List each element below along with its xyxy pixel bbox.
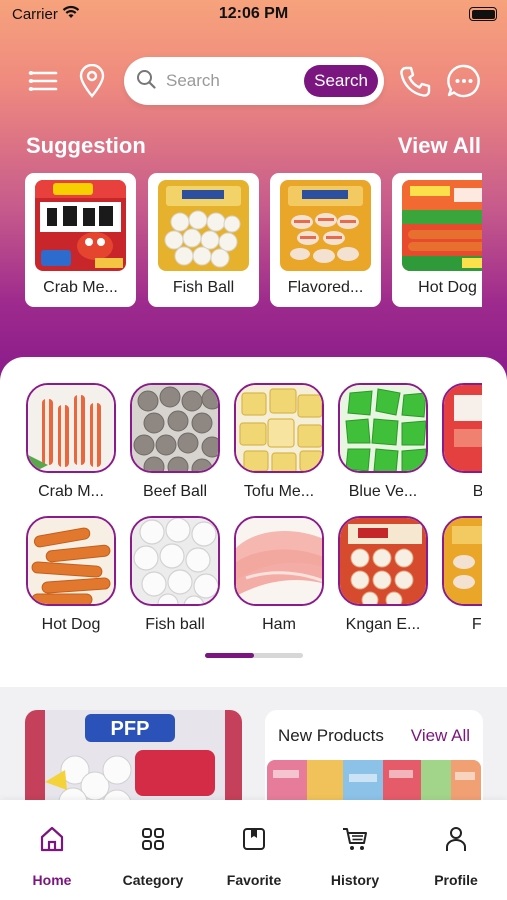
bottom-tab-bar: Home Category Favorite History Profile — [0, 800, 507, 900]
search-button[interactable]: Search — [304, 65, 378, 97]
category-image — [442, 383, 482, 473]
location-pin-icon[interactable] — [78, 63, 106, 99]
search-input[interactable] — [166, 71, 305, 91]
tab-home[interactable]: Home — [2, 824, 102, 888]
suggestion-card-label: Hot Dog — [418, 279, 477, 296]
battery-icon — [469, 7, 497, 21]
category-label: Batt — [439, 483, 482, 501]
tab-profile[interactable]: Profile — [406, 824, 506, 888]
cart-icon — [305, 824, 405, 854]
menu-icon[interactable] — [28, 67, 58, 95]
category-image — [130, 383, 220, 473]
tab-label: Favorite — [226, 872, 282, 888]
category-image — [338, 516, 428, 606]
home-icon — [2, 824, 102, 854]
page-indicator-fill — [205, 653, 254, 658]
suggestion-card-hot-dog[interactable]: Hot Dog — [392, 173, 482, 307]
phone-icon[interactable] — [397, 64, 433, 100]
suggestion-card-fish-ball[interactable]: Fish Ball — [148, 173, 259, 307]
clock: 12:06 PM — [218, 5, 289, 22]
category-item-tofu-meat[interactable]: Tofu Me... — [234, 383, 326, 501]
category-item-beef-ball[interactable]: Beef Ball — [130, 383, 222, 501]
tab-label: History — [330, 872, 380, 888]
user-icon — [406, 824, 506, 854]
category-label: Beef Ball — [142, 483, 208, 500]
category-item-batter[interactable]: Batt — [442, 383, 482, 501]
category-image — [26, 516, 116, 606]
category-grid[interactable]: Crab M... Beef Ball Tofu Me... Blue Ve..… — [26, 383, 482, 643]
category-label: Crab M... — [38, 483, 104, 500]
category-item-crab-meat[interactable]: Crab M... — [26, 383, 118, 501]
new-products-view-all-link[interactable]: View All — [411, 726, 470, 746]
category-label: Tofu Me... — [243, 483, 315, 500]
category-label: Flav — [471, 616, 482, 633]
search-icon — [136, 69, 156, 94]
category-image — [442, 516, 482, 606]
svg-text:PFP: PFP — [111, 718, 150, 740]
category-item-hot-dog[interactable]: Hot Dog — [26, 516, 118, 634]
tab-history[interactable]: History — [305, 824, 405, 888]
category-image — [338, 383, 428, 473]
tab-label: Category — [122, 872, 184, 888]
chat-icon[interactable] — [446, 63, 482, 99]
tab-label: Home — [32, 872, 72, 888]
category-page-indicator — [205, 653, 303, 658]
status-bar: Carrier 12:06 PM — [0, 0, 507, 30]
category-label: Ham — [262, 616, 296, 633]
suggestion-card-label: Fish Ball — [172, 279, 235, 296]
product-image — [35, 180, 126, 271]
suggestion-card-label: Crab Me... — [43, 279, 118, 296]
suggestion-card-flavored[interactable]: Flavored... — [270, 173, 381, 307]
suggestion-card-label: Flavored... — [287, 279, 364, 296]
category-label: Kngan E... — [345, 616, 421, 633]
category-label: Fish ball — [145, 616, 205, 633]
category-image — [130, 516, 220, 606]
category-image — [234, 383, 324, 473]
bookmark-icon — [204, 824, 304, 854]
category-image — [26, 383, 116, 473]
tab-favorite[interactable]: Favorite — [204, 824, 304, 888]
new-products-title: New Products — [278, 726, 384, 745]
suggestion-carousel[interactable]: Crab Me... Fish Ball Flavored... Hot Dog — [25, 173, 482, 308]
suggestion-card-crab-meat[interactable]: Crab Me... — [25, 173, 136, 307]
category-item-kngan-e[interactable]: Kngan E... — [338, 516, 430, 634]
category-item-fish-ball[interactable]: Fish ball — [130, 516, 222, 634]
category-label: Hot Dog — [41, 616, 101, 633]
suggestion-view-all-link[interactable]: View All — [398, 133, 481, 159]
suggestion-title: Suggestion — [26, 133, 146, 158]
product-image — [280, 180, 371, 271]
top-bar: Search — [0, 55, 507, 107]
product-image — [158, 180, 249, 271]
category-image — [234, 516, 324, 606]
category-item-ham[interactable]: Ham — [234, 516, 326, 634]
product-image — [402, 180, 482, 271]
tab-label: Profile — [434, 872, 478, 888]
category-item-blue-vegetable[interactable]: Blue Ve... — [338, 383, 430, 501]
search-bar: Search — [124, 57, 384, 105]
category-item-flavored[interactable]: Flav — [442, 516, 482, 634]
category-label: Blue Ve... — [348, 483, 418, 500]
grid-icon — [103, 824, 203, 854]
tab-category[interactable]: Category — [103, 824, 203, 888]
